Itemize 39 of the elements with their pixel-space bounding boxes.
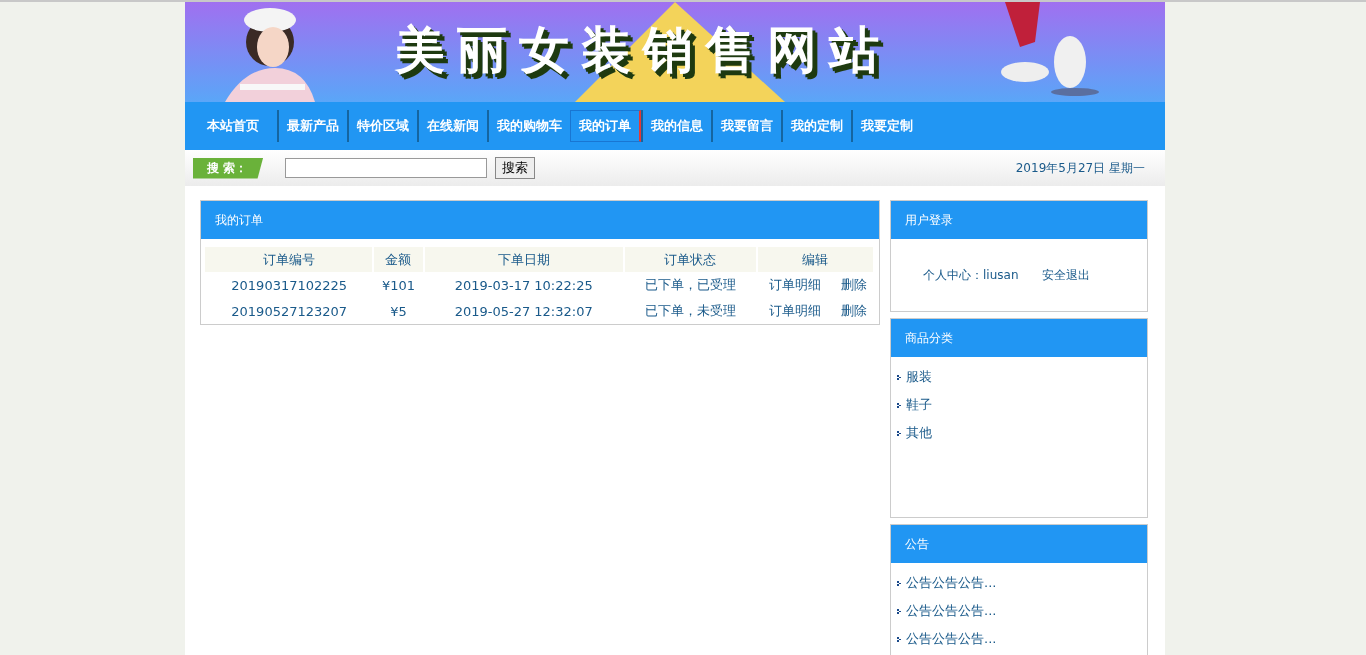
table-cell-text: 20190527123207 <box>230 302 349 321</box>
search-button[interactable]: 搜索 <box>495 157 536 179</box>
category-link[interactable]: 服装 <box>906 368 932 386</box>
action-link[interactable]: 订单明细 <box>769 277 822 292</box>
notice-link[interactable]: 公告公告公告... <box>906 630 997 648</box>
column-header: 订单状态 <box>623 247 757 272</box>
table-cell-text: 已下单，未受理 <box>643 302 737 320</box>
search-field[interactable] <box>285 158 488 178</box>
table-cell: ¥101 <box>373 272 424 298</box>
action-link[interactable]: 订单明细 <box>769 303 822 318</box>
column-header: 下单日期 <box>423 247 624 272</box>
column-header: 编辑 <box>756 247 874 272</box>
table-cell: 已下单，已受理 <box>623 272 757 298</box>
table-cell-text: 2019-05-27 12:32:07 <box>453 302 594 321</box>
bullet-icon <box>897 374 901 380</box>
panel-header: 我的订单 <box>201 201 879 239</box>
action-link[interactable]: 删除 <box>840 277 867 292</box>
notice-link[interactable]: 公告公告公告... <box>906 602 997 620</box>
bullet-icon <box>897 402 901 408</box>
category-link[interactable]: 其他 <box>906 424 932 442</box>
panel-header: 商品分类 <box>891 319 1147 357</box>
user-center-link[interactable]: 个人中心：liusan <box>923 266 1019 284</box>
bullet-icon <box>897 608 901 614</box>
table-cell: 2019-03-17 10:22:25 <box>423 272 624 298</box>
column-header: 金额 <box>373 247 424 272</box>
action-link[interactable]: 删除 <box>840 303 867 318</box>
panel-header: 用户登录 <box>891 201 1147 239</box>
bullet-icon <box>897 430 901 436</box>
notice-link[interactable]: 公告公告公告... <box>906 574 997 592</box>
column-header: 订单编号 <box>205 247 374 272</box>
search-label: 搜 索： <box>193 157 264 179</box>
table-cell: 20190317102225 <box>205 272 374 298</box>
category-link[interactable]: 鞋子 <box>906 396 932 414</box>
date-text: 2019年5月27日 星期一 <box>1015 159 1145 177</box>
bullet-icon <box>897 636 901 642</box>
bullet-icon <box>897 580 901 586</box>
table-cell-text: ¥5 <box>389 302 408 321</box>
logout-link[interactable]: 安全退出 <box>1042 266 1091 284</box>
panel-header: 公告 <box>891 525 1147 563</box>
